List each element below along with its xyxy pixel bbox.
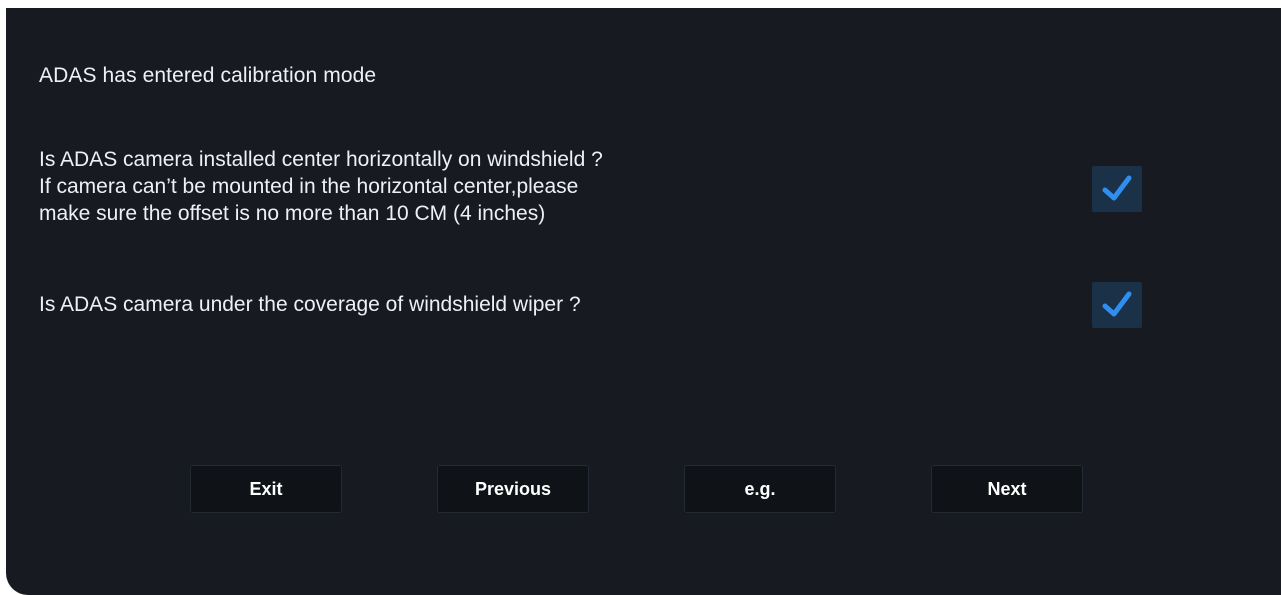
checkmark-icon: [1102, 291, 1132, 317]
question-wiper-coverage-line-1: Is ADAS camera under the coverage of win…: [39, 293, 581, 316]
center-mount-checkbox[interactable]: [1092, 166, 1142, 212]
example-button[interactable]: e.g.: [684, 465, 836, 513]
page-title: ADAS has entered calibration mode: [39, 64, 377, 87]
next-button[interactable]: Next: [931, 465, 1083, 513]
question-wiper-coverage: Is ADAS camera under the coverage of win…: [39, 291, 581, 318]
calibration-screen: ADAS has entered calibration mode Is ADA…: [6, 8, 1281, 595]
question-center-mount-line-3: make sure the offset is no more than 10 …: [39, 202, 546, 225]
question-center-mount: Is ADAS camera installed center horizont…: [39, 146, 603, 227]
exit-button[interactable]: Exit: [190, 465, 342, 513]
wiper-coverage-checkbox[interactable]: [1092, 282, 1142, 328]
question-center-mount-line-1: Is ADAS camera installed center horizont…: [39, 148, 603, 171]
previous-button[interactable]: Previous: [437, 465, 589, 513]
checkmark-icon: [1102, 175, 1132, 201]
question-center-mount-line-2: If camera can’t be mounted in the horizo…: [39, 175, 579, 198]
